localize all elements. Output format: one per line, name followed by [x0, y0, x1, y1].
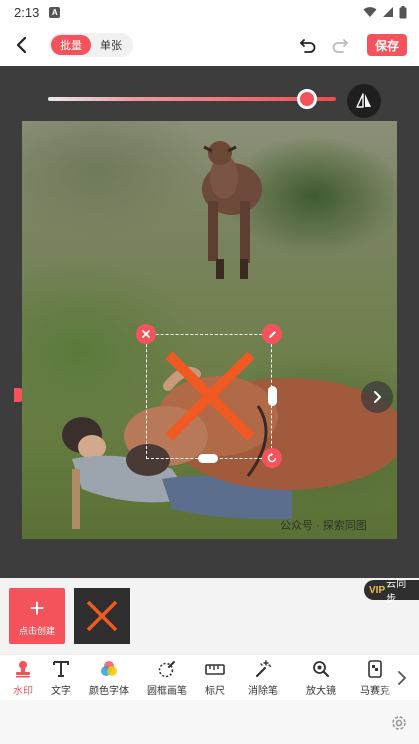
watermark-rotate-button[interactable] — [262, 448, 282, 468]
opacity-slider-knob[interactable] — [297, 89, 318, 109]
tool-color-font-label: 颜色字体 — [89, 686, 129, 697]
cloud-sync-label: 云同步 — [386, 579, 407, 605]
mode-batch-button[interactable]: 批量 — [51, 35, 91, 55]
status-icons — [363, 5, 407, 19]
mirror-icon — [356, 93, 371, 108]
eraser-wand-icon — [253, 659, 273, 679]
opacity-slider[interactable] — [48, 89, 336, 109]
notification-icon: A — [49, 6, 61, 18]
color-font-icon — [99, 659, 119, 679]
editor-canvas: 公众号 · 探索同图 — [0, 66, 419, 578]
status-bar: 2:13 A — [0, 0, 419, 24]
photo: 公众号 · 探索同图 — [22, 121, 397, 539]
close-icon — [142, 330, 150, 338]
redo-button[interactable] — [329, 34, 351, 56]
stamp-icon — [13, 659, 33, 679]
chevron-left-icon — [16, 36, 27, 54]
tool-color-font[interactable]: 颜色字体 — [86, 659, 132, 699]
tool-circle-brush[interactable]: 圆框画笔 — [144, 659, 190, 699]
tool-text[interactable]: 文字 — [38, 659, 84, 699]
create-watermark-button[interactable]: + 点击创建 — [9, 588, 65, 644]
wifi-icon — [363, 7, 377, 17]
chevron-right-icon — [374, 391, 381, 403]
text-icon — [51, 659, 71, 679]
circle-brush-icon — [157, 659, 177, 679]
tool-eraser[interactable]: 消除笔 — [240, 659, 286, 699]
watermark-picker: + 点击创建 VIP 云同步 — [0, 578, 419, 654]
tool-bar: 水印 文字 颜色字体 圆框画笔 标尺 消除笔 放大镜 马赛克 — [0, 654, 419, 701]
undo-icon — [300, 39, 316, 53]
opacity-slider-track — [48, 97, 336, 101]
watermark-selection-box[interactable] — [146, 334, 272, 459]
plus-icon: + — [29, 592, 45, 623]
ruler-icon — [205, 659, 225, 679]
redo-icon — [332, 39, 348, 53]
battery-icon — [399, 5, 407, 18]
back-button[interactable] — [8, 32, 34, 58]
tool-text-label: 文字 — [51, 686, 71, 697]
tool-magnifier-label: 放大镜 — [306, 686, 336, 697]
rotate-icon — [267, 452, 277, 463]
next-image-button[interactable] — [361, 381, 393, 413]
signal-icon — [383, 7, 393, 17]
watermark-delete-button[interactable] — [136, 324, 156, 344]
mode-single-button[interactable]: 单张 — [91, 35, 131, 55]
top-bar: 批量 单张 保存 — [0, 24, 419, 66]
mirror-button[interactable] — [347, 84, 381, 118]
bottom-panel — [0, 700, 419, 744]
toolbar-scroll-right-button[interactable] — [384, 655, 419, 701]
undo-button[interactable] — [297, 34, 319, 56]
watermark-resize-bottom-handle[interactable] — [198, 454, 218, 463]
watermark-x-mark — [165, 351, 255, 441]
magnifier-icon — [311, 659, 331, 679]
tool-eraser-label: 消除笔 — [248, 686, 278, 697]
gear-icon[interactable] — [390, 714, 408, 732]
photo-embedded-watermark: 公众号 · 探索同图 — [280, 520, 367, 532]
vip-cloud-sync-badge[interactable]: VIP 云同步 — [364, 579, 419, 605]
pencil-icon — [268, 330, 276, 338]
tool-ruler[interactable]: 标尺 — [192, 659, 238, 699]
status-time: 2:13 — [14, 4, 40, 20]
tool-watermark-label: 水印 — [13, 686, 33, 697]
x-watermark-icon — [86, 600, 118, 632]
mosaic-icon — [365, 659, 385, 679]
watermark-thumbnail[interactable] — [74, 588, 130, 644]
tool-ruler-label: 标尺 — [205, 686, 225, 697]
mode-toggle: 批量 单张 — [49, 33, 133, 57]
watermark-resize-side-handle[interactable] — [268, 386, 277, 406]
chevron-right-icon — [397, 671, 406, 685]
save-button[interactable]: 保存 — [367, 34, 407, 56]
tool-circle-brush-label: 圆框画笔 — [147, 686, 187, 697]
watermark-edit-button[interactable] — [262, 324, 282, 344]
tool-magnifier[interactable]: 放大镜 — [298, 659, 344, 699]
vip-label: VIP — [369, 584, 386, 596]
create-watermark-label: 点击创建 — [18, 625, 55, 636]
photo-standing-cow — [202, 141, 262, 279]
